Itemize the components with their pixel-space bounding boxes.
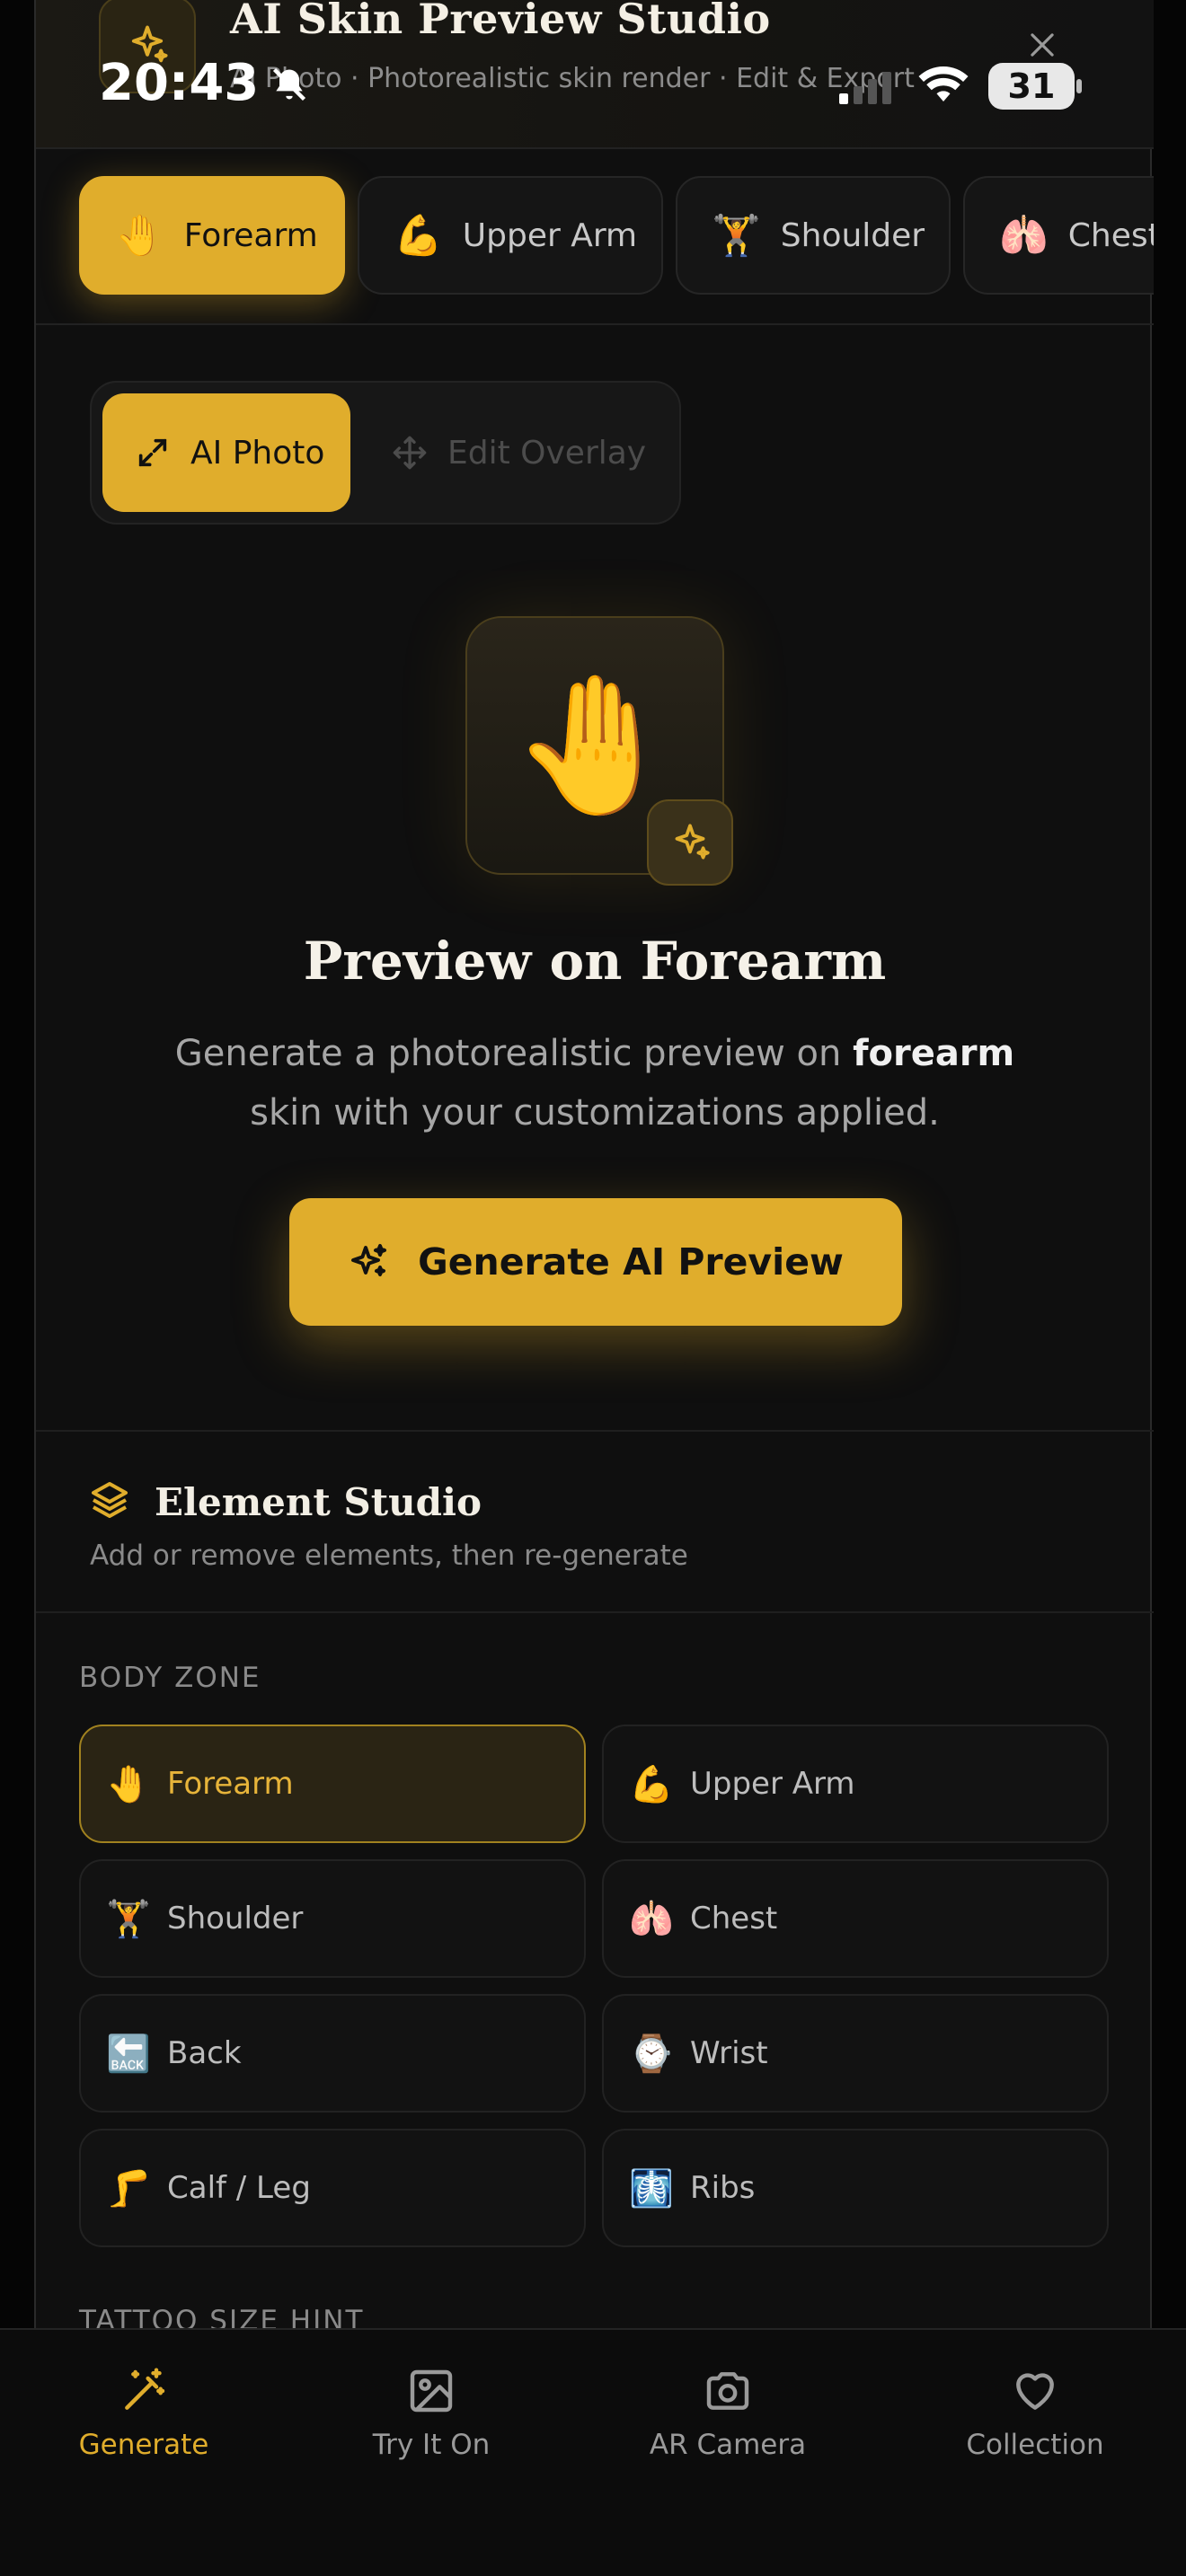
- tab-label: Generate: [78, 2429, 209, 2461]
- leg-icon: 🦵: [106, 2167, 151, 2210]
- body-zone-label-text: Ribs: [690, 2170, 756, 2206]
- preview-description: Generate a photorealistic preview on for…: [171, 1024, 1019, 1142]
- body-zone-label-text: Back: [167, 2035, 242, 2071]
- battery-indicator: 31: [988, 63, 1075, 110]
- description-text: skin with your customizations applied.: [250, 1092, 940, 1134]
- weightlifter-icon: 🏋️: [712, 213, 761, 259]
- description-text: Generate a photorealistic preview on: [174, 1033, 854, 1074]
- zone-tab-shoulder[interactable]: 🏋️ Shoulder: [676, 176, 951, 295]
- body-zone-label: BODY ZONE: [79, 1662, 261, 1694]
- battery-nub: [1076, 79, 1082, 93]
- body-zone-back[interactable]: 🔙 Back: [79, 1994, 586, 2113]
- generate-button-label: Generate AI Preview: [418, 1240, 844, 1284]
- body-zone-label-text: Shoulder: [167, 1901, 304, 1936]
- generate-ai-preview-button[interactable]: Generate AI Preview: [289, 1198, 902, 1326]
- mode-toggle: AI Photo Edit Overlay: [90, 381, 681, 525]
- page-title: AI Skin Preview Studio: [230, 0, 771, 43]
- body-zone-calf-leg[interactable]: 🦵 Calf / Leg: [79, 2129, 586, 2247]
- edit-overlay-button[interactable]: Edit Overlay: [359, 393, 672, 512]
- tab-generate[interactable]: Generate: [36, 2366, 252, 2461]
- ai-photo-label: AI Photo: [190, 434, 325, 472]
- layers-icon: [88, 1478, 131, 1525]
- lungs-icon: 🫁: [629, 1898, 674, 1940]
- hand-icon: 🤚: [106, 1763, 151, 1805]
- element-studio-subtitle: Add or remove elements, then re-generate: [90, 1539, 688, 1572]
- edit-overlay-label: Edit Overlay: [447, 434, 647, 472]
- zone-tab-label: Upper Arm: [462, 216, 638, 254]
- zone-tab-forearm[interactable]: 🤚 Forearm: [79, 176, 345, 295]
- zone-tab-label: Shoulder: [780, 216, 925, 254]
- zone-tab-upper-arm[interactable]: 💪 Upper Arm: [358, 176, 663, 295]
- tab-ar-camera[interactable]: AR Camera: [620, 2366, 836, 2461]
- hand-icon: 🤚: [510, 667, 679, 824]
- zone-tab-label: Forearm: [183, 216, 318, 254]
- tab-label: Collection: [966, 2429, 1104, 2461]
- magic-wand-icon: [125, 2368, 165, 2410]
- battery-level: 31: [1007, 66, 1056, 106]
- page-subtitle: AI Photo · Photorealistic skin render · …: [230, 63, 915, 94]
- lungs-icon: 🫁: [999, 213, 1049, 259]
- bell-slash-icon: [270, 65, 309, 108]
- wifi-icon: [916, 63, 970, 108]
- move-icon: [393, 436, 427, 470]
- cellular-signal-icon: [837, 70, 900, 110]
- description-zone: forearm: [853, 1033, 1015, 1074]
- image-icon: [410, 2369, 453, 2413]
- body-zone-label-text: Wrist: [690, 2035, 768, 2071]
- ai-photo-button[interactable]: AI Photo: [102, 393, 350, 512]
- element-studio-title: Element Studio: [155, 1480, 482, 1524]
- backdrop-left: [0, 0, 34, 2576]
- zone-tab-chest[interactable]: 🫁 Chest: [963, 176, 1154, 295]
- flexed-arm-icon: 💪: [629, 1763, 674, 1805]
- sparkles-icon: [647, 799, 733, 886]
- preview-studio-sheet: AI Skin Preview Studio AI Photo · Photor…: [34, 0, 1154, 2576]
- body-zone-chest[interactable]: 🫁 Chest: [602, 1859, 1109, 1978]
- watch-icon: ⌚: [629, 2033, 674, 2075]
- body-zone-shoulder[interactable]: 🏋️ Shoulder: [79, 1859, 586, 1978]
- body-zone-label-text: Chest: [690, 1901, 778, 1936]
- camera-icon: [706, 2372, 749, 2410]
- x-ray-icon: 🩻: [629, 2167, 674, 2210]
- body-zone-upper-arm[interactable]: 💪 Upper Arm: [602, 1725, 1109, 1843]
- body-zone-forearm[interactable]: 🤚 Forearm: [79, 1725, 586, 1843]
- flexed-arm-icon: 💪: [394, 213, 443, 259]
- body-zone-label-text: Forearm: [167, 1766, 294, 1802]
- body-zone-ribs[interactable]: 🩻 Ribs: [602, 2129, 1109, 2247]
- heart-icon: [1016, 2373, 1054, 2410]
- body-zone-label-text: Calf / Leg: [167, 2170, 311, 2206]
- tab-label: Try It On: [372, 2429, 491, 2461]
- divider: [36, 1611, 1154, 1613]
- tab-label: AR Camera: [649, 2429, 807, 2461]
- expand-icon: [138, 438, 167, 467]
- tab-try-it-on[interactable]: Try It On: [323, 2366, 539, 2461]
- weightlifter-icon: 🏋️: [106, 1898, 151, 1940]
- zone-tab-label: Chest: [1067, 216, 1154, 254]
- preview-title: Preview on Forearm: [303, 931, 887, 992]
- body-zone-label-text: Upper Arm: [690, 1766, 855, 1802]
- divider: [36, 1430, 1154, 1432]
- backdrop-right: [1152, 0, 1186, 2576]
- zone-tab-bar: 🤚 Forearm 💪 Upper Arm 🏋️ Shoulder 🫁 Ches…: [36, 149, 1154, 325]
- back-arrow-icon: 🔙: [106, 2033, 151, 2075]
- status-time: 20:43: [99, 54, 260, 112]
- body-zone-wrist[interactable]: ⌚ Wrist: [602, 1994, 1109, 2113]
- tab-collection[interactable]: Collection: [927, 2366, 1143, 2461]
- sparkles-icon: [351, 1244, 387, 1276]
- bottom-tab-bar: Generate Try It On AR Camera Collection: [0, 2328, 1186, 2576]
- hand-icon: 🤚: [115, 213, 164, 259]
